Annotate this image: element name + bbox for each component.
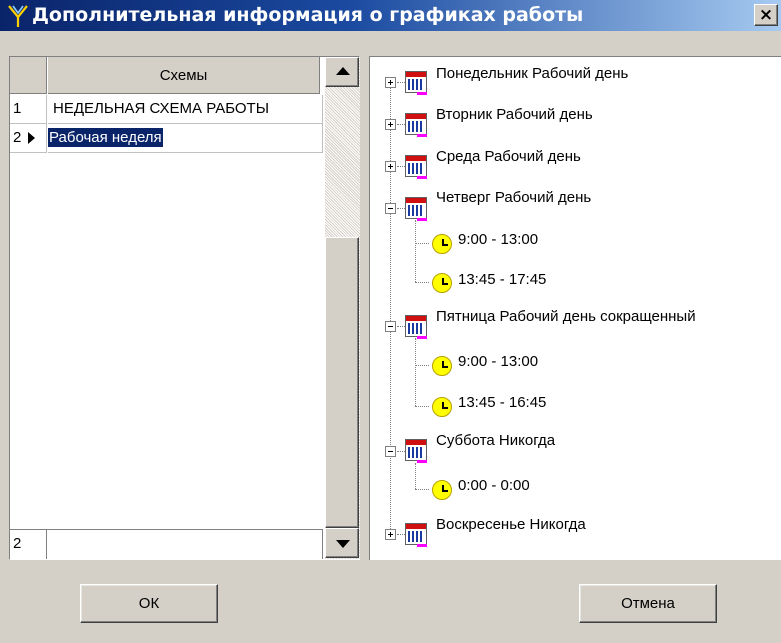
- calendar-icon: [405, 71, 427, 95]
- tree-node-interval[interactable]: 13:45 - 17:45: [458, 271, 546, 289]
- close-button[interactable]: ×: [754, 4, 778, 26]
- collapse-icon[interactable]: [385, 321, 396, 332]
- expand-icon[interactable]: [385, 161, 396, 172]
- tree-branch: [397, 451, 405, 452]
- selected-scheme-text: Рабочая неделя: [48, 128, 163, 147]
- tree-node-interval[interactable]: 0:00 - 0:00: [458, 477, 530, 495]
- collapse-icon[interactable]: [385, 203, 396, 214]
- tree-node-interval[interactable]: 9:00 - 13:00: [458, 353, 538, 371]
- tree-branch: [397, 534, 405, 535]
- calendar-icon: [405, 315, 427, 339]
- arrow-up-icon: [336, 67, 350, 75]
- tree-node-day[interactable]: Четверг Рабочий день: [436, 189, 591, 207]
- arrow-down-icon: [336, 540, 350, 548]
- scroll-up-button[interactable]: [325, 57, 359, 87]
- tree-branch: [397, 208, 405, 209]
- schemes-grid[interactable]: Схемы 1 НЕДЕЛЬНАЯ СХЕМА РАБОТЫ 2 Рабочая…: [9, 56, 361, 560]
- tree-branch: [397, 124, 405, 125]
- panel-splitter[interactable]: [360, 56, 369, 560]
- ok-button[interactable]: ОК: [80, 584, 218, 623]
- dialog-window: Дополнительная информация о графиках раб…: [0, 0, 781, 643]
- expand-icon[interactable]: [385, 529, 396, 540]
- calendar-icon: [405, 155, 427, 179]
- tree-child-line: [415, 220, 416, 282]
- tree-root-line: [390, 77, 391, 529]
- tree-branch: [415, 282, 429, 283]
- row-number-label: 2: [13, 129, 22, 146]
- tree-branch: [397, 326, 405, 327]
- calendar-icon: [405, 197, 427, 221]
- scheme-name-cell[interactable]: НЕДЕЛЬНАЯ СХЕМА РАБОТЫ: [48, 95, 323, 124]
- expand-icon[interactable]: [385, 77, 396, 88]
- calendar-icon: [405, 439, 427, 463]
- title-bar[interactable]: Дополнительная информация о графиках раб…: [0, 0, 781, 31]
- calendar-icon: [405, 523, 427, 547]
- clock-icon: [432, 397, 452, 417]
- clock-icon: [432, 480, 452, 500]
- tree-node-day[interactable]: Воскресенье Никогда: [436, 516, 586, 534]
- tree-node-day[interactable]: Среда Рабочий день: [436, 148, 581, 166]
- tree-branch: [415, 406, 429, 407]
- clock-icon: [432, 273, 452, 293]
- column-header-schemes[interactable]: Схемы: [48, 57, 320, 94]
- tree-node-day[interactable]: Понедельник Рабочий день: [436, 65, 628, 83]
- app-logo-icon: [8, 5, 28, 27]
- tree-node-interval[interactable]: 13:45 - 16:45: [458, 394, 546, 412]
- tree-node-day[interactable]: Пятница Рабочий день сокращенный: [436, 308, 696, 326]
- scroll-down-button[interactable]: [325, 528, 359, 558]
- clock-icon: [432, 234, 452, 254]
- grid-footer: 2: [10, 529, 323, 559]
- tree-child-line: [415, 338, 416, 406]
- tree-branch: [397, 82, 405, 83]
- tree-branch: [415, 489, 429, 490]
- row-number: 2: [10, 124, 47, 153]
- tree-branch: [415, 243, 429, 244]
- tree-branch: [397, 166, 405, 167]
- current-row-pointer-icon: [28, 132, 35, 144]
- collapse-icon[interactable]: [385, 446, 396, 457]
- tree-node-day[interactable]: Вторник Рабочий день: [436, 106, 593, 124]
- scroll-thumb[interactable]: [325, 237, 359, 528]
- tree-node-day[interactable]: Суббота Никогда: [436, 432, 555, 450]
- grid-row[interactable]: 1 НЕДЕЛЬНАЯ СХЕМА РАБОТЫ: [10, 95, 323, 124]
- calendar-icon: [405, 113, 427, 137]
- schedule-tree[interactable]: Понедельник Рабочий день Вторник Рабочий…: [369, 56, 781, 560]
- close-icon: ×: [758, 4, 774, 25]
- footer-cell: [48, 530, 323, 559]
- grid-row-selected[interactable]: 2 Рабочая неделя: [10, 124, 323, 153]
- grid-vertical-scrollbar[interactable]: [325, 57, 361, 559]
- row-number: 1: [10, 95, 47, 124]
- window-title: Дополнительная информация о графиках раб…: [32, 4, 584, 26]
- footer-record-count: 2: [10, 530, 47, 559]
- clock-icon: [432, 356, 452, 376]
- expand-icon[interactable]: [385, 119, 396, 130]
- cancel-button[interactable]: Отмена: [579, 584, 717, 623]
- tree-node-interval[interactable]: 9:00 - 13:00: [458, 231, 538, 249]
- tree-child-line: [415, 463, 416, 489]
- grid-header-corner: [10, 57, 47, 94]
- scheme-name-cell[interactable]: Рабочая неделя: [48, 124, 323, 153]
- tree-branch: [415, 365, 429, 366]
